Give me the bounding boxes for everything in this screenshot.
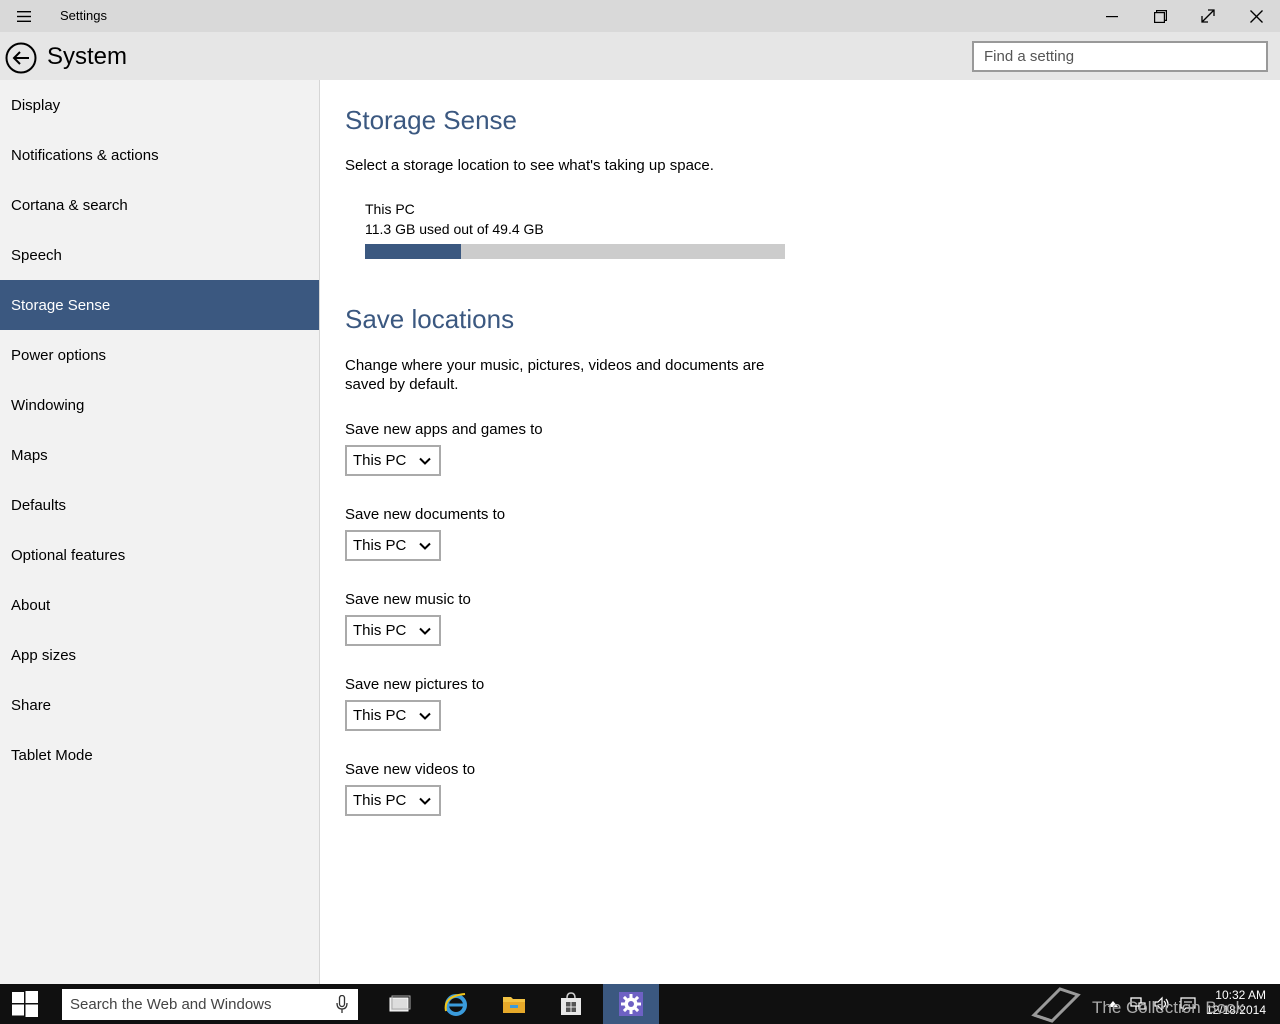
sidebar-item-optional-features[interactable]: Optional features [0,530,319,580]
sidebar-item-about[interactable]: About [0,580,319,630]
save-videos-label: Save new videos to [345,761,476,778]
close-button[interactable] [1232,0,1280,32]
sidebar-item-speech[interactable]: Speech [0,230,319,280]
header-bar: System [0,32,1280,80]
storage-sense-heading: Storage Sense [345,105,518,135]
save-apps-value: This PC [353,452,407,469]
storage-description: Select a storage location to see what's … [345,157,714,174]
save-pictures-label: Save new pictures to [345,676,485,693]
sidebar-item-cortana[interactable]: Cortana & search [0,180,319,230]
minimize-button[interactable] [1088,0,1136,32]
save-apps-label: Save new apps and games to [345,421,543,438]
gear-icon [619,992,643,1016]
settings-app-button[interactable] [603,984,659,1024]
drive-usage-text: 11.3 GB used out of 49.4 GB [365,221,544,237]
sidebar: Display Notifications & actions Cortana … [0,80,320,984]
save-locations-heading: Save locations [345,304,515,334]
internet-explorer-icon [444,993,467,1016]
file-explorer-button[interactable] [486,984,542,1024]
microphone-icon[interactable] [336,995,348,1014]
taskbar: 10:32 AM 12/18/2014 [0,984,1280,1024]
back-button[interactable] [5,42,37,74]
save-pictures-value: This PC [353,707,407,724]
save-documents-label: Save new documents to [345,506,506,523]
fullscreen-button[interactable] [1184,0,1232,32]
page-title: System [47,43,128,70]
chevron-down-icon [419,627,431,635]
sidebar-item-share[interactable]: Share [0,680,319,730]
taskbar-search-box[interactable] [62,989,358,1020]
save-music-value: This PC [353,622,407,639]
save-pictures-dropdown[interactable]: This PC [345,700,441,731]
chevron-down-icon [419,457,431,465]
task-view-icon [389,995,411,1012]
find-setting-search[interactable] [972,41,1268,72]
save-music-dropdown[interactable]: This PC [345,615,441,646]
close-icon [1249,9,1263,23]
hamburger-menu-icon[interactable] [8,6,40,26]
sidebar-item-notifications[interactable]: Notifications & actions [0,130,319,180]
save-documents-value: This PC [353,537,407,554]
sidebar-item-storage-sense[interactable]: Storage Sense [0,280,319,330]
chevron-down-icon [419,797,431,805]
title-bar: Settings [0,0,1280,32]
save-videos-value: This PC [353,792,407,809]
sidebar-item-tablet-mode[interactable]: Tablet Mode [0,730,319,780]
window-title: Settings [60,8,107,23]
sidebar-item-defaults[interactable]: Defaults [0,480,319,530]
minimize-icon [1106,16,1118,18]
store-button[interactable] [543,984,599,1024]
task-view-button[interactable] [371,984,427,1024]
find-setting-input[interactable] [974,43,1266,70]
expand-icon [1201,9,1215,23]
drive-usage-bar [365,244,785,259]
book-watermark-icon [1031,987,1081,1023]
save-documents-dropdown[interactable]: This PC [345,530,441,561]
sidebar-item-app-sizes[interactable]: App sizes [0,630,319,680]
save-music-label: Save new music to [345,591,471,608]
store-bag-icon [561,992,581,1015]
windows-logo-icon [12,991,38,1017]
restore-button[interactable] [1136,0,1184,32]
internet-explorer-button[interactable] [428,984,484,1024]
chevron-down-icon [419,712,431,720]
drive-usage-fill [365,244,462,259]
watermark-text: The Collection Book [1092,998,1245,1017]
drive-name: This PC [365,201,415,217]
save-videos-dropdown[interactable]: This PC [345,785,441,816]
save-locations-description: Change where your music, pictures, video… [345,357,765,393]
sidebar-item-maps[interactable]: Maps [0,430,319,480]
start-button[interactable] [0,984,50,1024]
chevron-down-icon [419,542,431,550]
folder-icon [503,997,525,1013]
save-apps-dropdown[interactable]: This PC [345,445,441,476]
sidebar-item-windowing[interactable]: Windowing [0,380,319,430]
restore-icon [1153,9,1167,23]
sidebar-item-display[interactable]: Display [0,80,319,130]
taskbar-search-input[interactable] [62,989,358,1020]
sidebar-item-power-options[interactable]: Power options [0,330,319,380]
back-arrow-icon [5,42,37,74]
